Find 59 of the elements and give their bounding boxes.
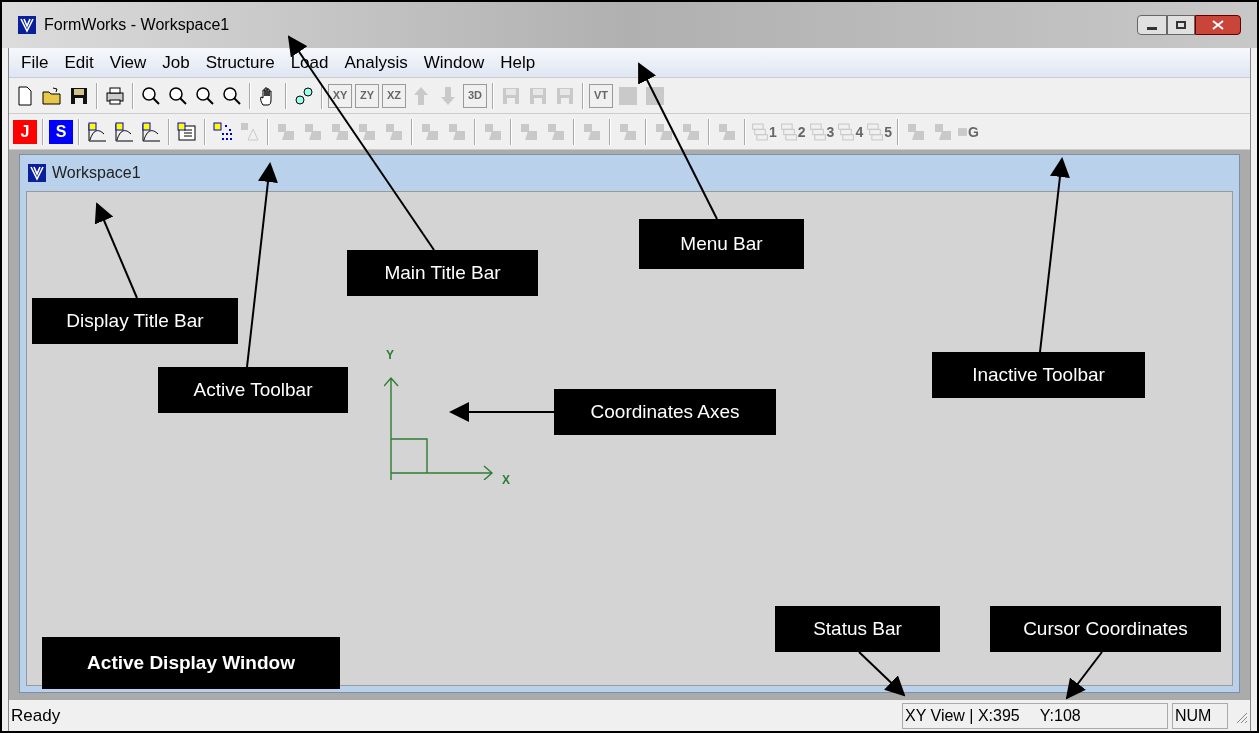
menu-item[interactable]: View <box>101 49 155 76</box>
dots-icon[interactable] <box>212 120 234 143</box>
callout-arrow <box>1065 651 1103 700</box>
magnifier-icon[interactable] <box>167 84 189 107</box>
tagged-icon <box>958 126 968 137</box>
num-lock-indicator: NUM <box>1172 702 1228 729</box>
stack-icon <box>779 122 798 141</box>
toolbar-button[interactable]: J <box>13 119 37 144</box>
view-mode: XY View | X:395 <box>905 705 1020 726</box>
stack-icon <box>866 122 885 141</box>
magnifier-icon[interactable] <box>140 84 162 107</box>
menu-item[interactable]: File <box>13 49 57 76</box>
curve-icon[interactable] <box>113 120 135 143</box>
menu-item[interactable]: Edit <box>56 49 102 76</box>
stack-icon <box>751 122 769 141</box>
x-axis-label: X <box>502 472 510 489</box>
menu-item[interactable]: Structure <box>197 49 283 76</box>
callout-label: Active Toolbar <box>158 367 348 413</box>
toolbar-label: 3 <box>826 124 835 139</box>
toolbar-label: 4 <box>855 124 864 139</box>
status-message: Ready <box>11 704 62 727</box>
callout-label: Main Title Bar <box>347 250 538 296</box>
app-logo <box>18 16 36 34</box>
callout-arrow <box>858 651 906 697</box>
callout-label: Coordinates Axes <box>554 389 776 435</box>
cursor-y: Y:108 <box>1039 705 1081 726</box>
menu-item[interactable]: Analysis <box>336 49 416 76</box>
link-icon[interactable] <box>293 84 315 107</box>
callout-label: Inactive Toolbar <box>932 352 1145 398</box>
magnifier-icon[interactable] <box>194 84 216 107</box>
folder-icon[interactable] <box>41 84 63 107</box>
toolbar-label: 5 <box>884 124 892 139</box>
stack-icon <box>808 122 827 141</box>
display-logo <box>28 164 46 182</box>
grid-icon[interactable] <box>176 120 198 143</box>
magnifier-icon[interactable] <box>221 84 243 107</box>
menu-item[interactable]: Window <box>415 49 493 76</box>
callout-label: Active Display Window <box>42 637 340 689</box>
toolbar-button[interactable]: S <box>49 119 73 144</box>
window-title: FormWorks - Workspace1 <box>44 15 230 35</box>
curve-icon[interactable] <box>140 120 162 143</box>
menu-item[interactable]: Help <box>492 49 544 76</box>
minimize-button[interactable] <box>1137 15 1167 35</box>
toolbar-label: G <box>968 124 979 139</box>
toolbar-label: 2 <box>797 124 806 139</box>
close-button[interactable] <box>1195 15 1241 35</box>
stack-icon <box>837 122 856 141</box>
y-axis-label: Y <box>386 347 394 364</box>
maximize-button[interactable] <box>1167 15 1195 35</box>
menu-item[interactable]: Job <box>154 49 198 76</box>
callout-label: Cursor Coordinates <box>990 606 1221 652</box>
callout-label: Status Bar <box>775 606 940 652</box>
close-icon <box>1212 20 1224 30</box>
curve-icon[interactable] <box>86 120 108 143</box>
toolbar-label: 1 <box>769 124 777 139</box>
printer-icon[interactable] <box>104 84 126 107</box>
callout-label: Menu Bar <box>639 219 804 269</box>
callout-label: Display Title Bar <box>32 298 238 344</box>
display-title: Workspace1 <box>52 163 141 183</box>
